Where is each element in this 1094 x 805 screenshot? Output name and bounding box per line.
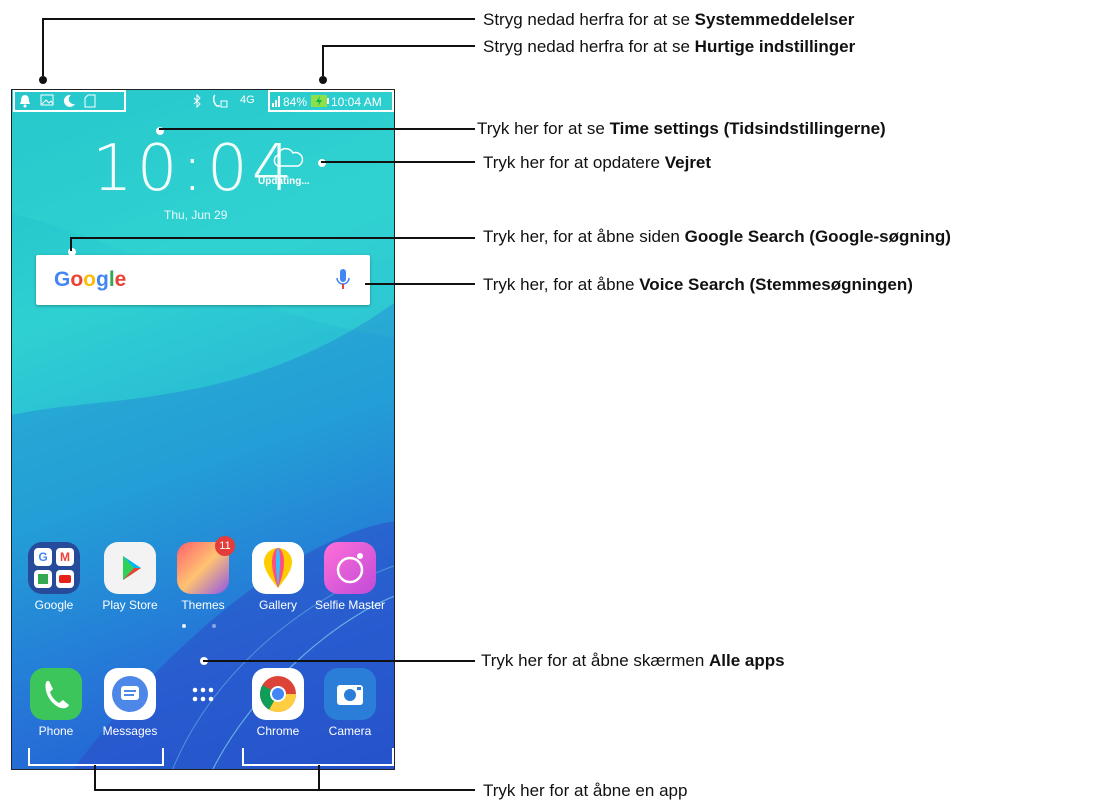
app-label: Phone: [38, 724, 74, 738]
all-apps-button[interactable]: [167, 668, 239, 724]
annotation-open-app: Tryk her for at åbne en app: [483, 781, 688, 800]
annotation-weather: Tryk her for at opdatere Vejret: [483, 153, 712, 172]
selfie-master-icon: [324, 542, 376, 594]
callout-line: [42, 18, 475, 20]
callout-line: [318, 765, 320, 791]
system-notifications-area[interactable]: [13, 90, 126, 112]
callout-line: [70, 237, 475, 239]
annotation-time-settings: Tryk her for at se Time settings (Tidsin…: [477, 119, 886, 138]
callout-line: [159, 128, 475, 130]
clock-time[interactable]: 10:04: [92, 132, 296, 206]
app-selfie-master[interactable]: Selfie Master: [314, 542, 386, 612]
callout-line: [322, 45, 324, 76]
callout-line: [94, 765, 96, 791]
camera-icon: [324, 668, 376, 720]
google-search-bar[interactable]: Google: [36, 255, 370, 305]
app-play-store[interactable]: Play Store: [94, 542, 166, 612]
bluetooth-icon: [192, 93, 202, 111]
callout-line: [321, 161, 475, 163]
gallery-icon: [252, 542, 304, 594]
messages-icon: [104, 668, 156, 720]
app-label: Chrome: [256, 724, 300, 738]
weather-status[interactable]: Updating...: [258, 176, 310, 187]
annotation-voice-search: Tryk her, for at åbne Voice Search (Stem…: [483, 275, 913, 294]
app-label: Play Store: [102, 598, 158, 612]
app-label: Themes: [181, 598, 225, 612]
google-folder-icon: G M: [28, 542, 80, 594]
cloud-icon[interactable]: [270, 146, 304, 173]
callout-dot: [39, 76, 47, 84]
app-chrome[interactable]: Chrome: [242, 668, 314, 738]
annotation-quick-settings: Stryg nedad herfra for at se Hurtige ind…: [483, 37, 856, 56]
themes-icon: 11: [177, 536, 235, 594]
quick-settings-area[interactable]: [268, 90, 394, 112]
callout-dot: [319, 76, 327, 84]
callout-line: [42, 18, 44, 76]
annotation-system-notifications: Stryg nedad herfra for at se Systemmedde…: [483, 10, 855, 29]
notification-badge: 11: [215, 536, 235, 556]
app-google[interactable]: G M Google: [18, 542, 90, 612]
app-themes[interactable]: 11 Themes: [167, 536, 239, 612]
all-apps-icon: [177, 668, 229, 720]
annotation-all-apps: Tryk her for at åbne skærmen Alle apps: [481, 651, 785, 670]
dock-bracket-left: [28, 748, 164, 766]
call-icon: [212, 94, 228, 111]
chrome-icon: [252, 668, 304, 720]
app-camera[interactable]: Camera: [314, 668, 386, 738]
callout-line: [94, 789, 475, 791]
phone-screen: 4G 84% 10:04 AM 10:04 Thu, Jun 29 Updati…: [11, 89, 395, 770]
clock-date: Thu, Jun 29: [164, 208, 228, 222]
app-gallery[interactable]: Gallery: [242, 542, 314, 612]
phone-icon: [30, 668, 82, 720]
app-phone[interactable]: Phone: [20, 668, 92, 738]
app-messages[interactable]: Messages: [94, 668, 166, 738]
dock-bracket-right: [242, 748, 394, 766]
app-label: Camera: [328, 724, 372, 738]
annotation-google-search: Tryk her, for at åbne siden Google Searc…: [483, 227, 951, 246]
play-store-icon: [104, 542, 156, 594]
callout-line: [365, 283, 475, 285]
mic-icon[interactable]: [336, 267, 350, 293]
callout-line: [322, 45, 475, 47]
callout-line: [203, 660, 475, 662]
google-logo: Google: [54, 268, 127, 291]
page-indicator: [182, 615, 242, 633]
app-label: Gallery: [258, 598, 297, 612]
callout-line: [70, 237, 72, 251]
app-label: Selfie Master: [314, 598, 386, 612]
app-label: Messages: [102, 724, 158, 738]
app-label: Google: [34, 598, 74, 612]
network-type: 4G: [240, 94, 255, 106]
